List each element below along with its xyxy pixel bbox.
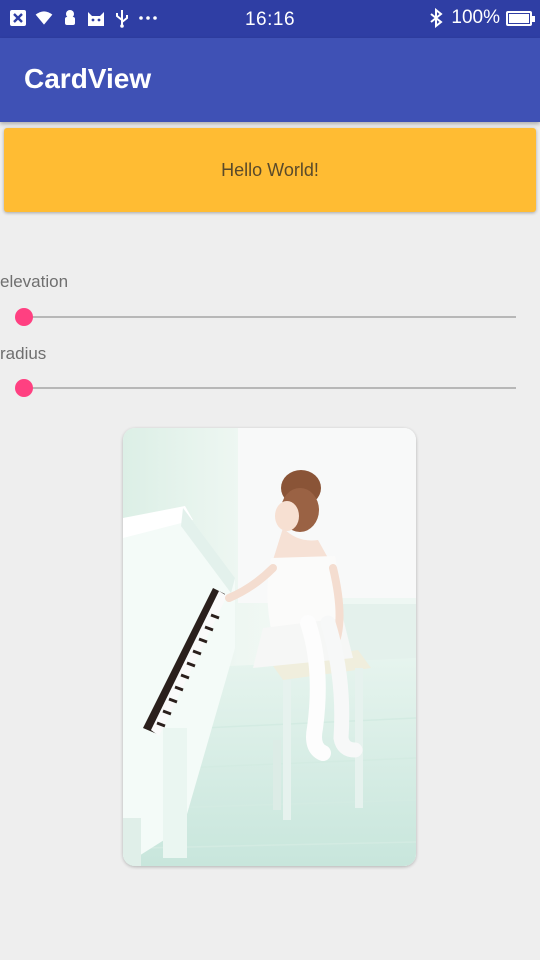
hello-card: Hello World! bbox=[4, 128, 536, 212]
status-icons-right: 100% bbox=[427, 7, 535, 29]
status-bar: 16:16 100% bbox=[0, 0, 540, 38]
app-bar: CardView bbox=[0, 38, 540, 122]
app-title: CardView bbox=[24, 63, 152, 94]
hello-text: Hello World! bbox=[221, 159, 319, 180]
battery-icon bbox=[506, 10, 535, 26]
elevation-thumb[interactable] bbox=[15, 308, 33, 326]
elevation-label: elevation bbox=[0, 272, 69, 291]
radius-track[interactable] bbox=[24, 387, 516, 389]
piano-girl-photo bbox=[123, 428, 416, 866]
bluetooth-icon bbox=[430, 8, 443, 28]
battery-percent: 100% bbox=[451, 7, 500, 28]
elevation-track[interactable] bbox=[24, 316, 516, 318]
radius-label: radius bbox=[0, 344, 47, 363]
image-card bbox=[123, 428, 416, 866]
radius-thumb[interactable] bbox=[15, 379, 33, 397]
